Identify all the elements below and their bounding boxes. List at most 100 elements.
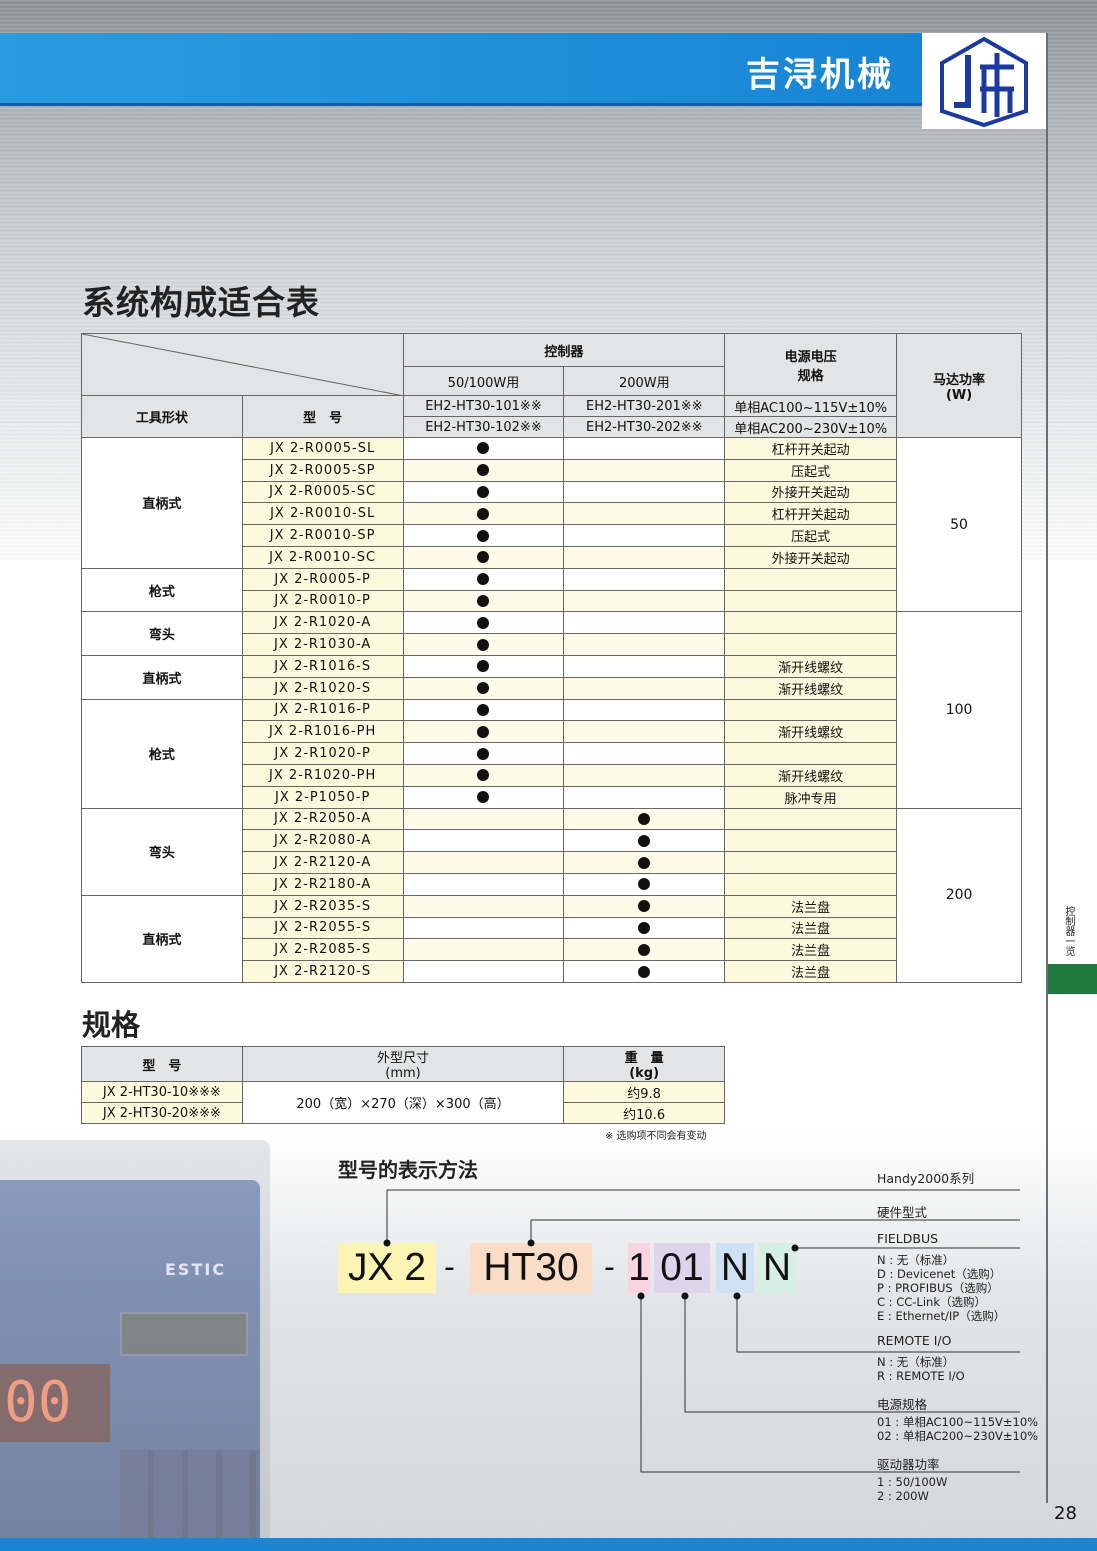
spec-header-model: 型 号 [81, 1046, 243, 1082]
compat-50-100w-cell [402, 938, 565, 962]
fieldbus-option: P : PROFIBUS（选购） [877, 1281, 999, 1295]
header-volt-2: 单相AC200~230V±10% [724, 416, 898, 438]
power-note-cell: 渐开线螺纹 [724, 763, 898, 787]
compat-50-100w-cell [402, 851, 565, 874]
compat-50-100w-cell [402, 894, 565, 918]
compatible-dot-icon [638, 943, 651, 956]
power-note-cell: 脉冲专用 [724, 785, 898, 809]
model-cell: JX 2-R2180-A [241, 872, 404, 896]
power-option: 01 : 单相AC100~115V±10% [877, 1415, 1039, 1429]
header-motor-power: 马达功率 (W) [896, 333, 1022, 438]
model-cell: JX 2-R1020-P [241, 742, 404, 765]
compatible-dot-icon [477, 594, 490, 607]
power-note-cell: 法兰盘 [724, 894, 898, 918]
model-cell: JX 2-R2120-A [241, 851, 404, 874]
power-note-cell [724, 611, 898, 635]
code-hardware: HT30 [470, 1243, 592, 1293]
header-diagonal-cell [81, 333, 404, 396]
compat-200w-cell [563, 829, 726, 853]
compatible-dot-icon [638, 965, 651, 978]
header-bar: 吉浔机械 [0, 33, 922, 106]
driver-option: 2 : 200W [877, 1489, 929, 1503]
header-ctrl-101: EH2-HT30-101※※ [402, 395, 565, 417]
model-cell: JX 2-P1050-P [241, 785, 404, 809]
power-note-cell [724, 567, 898, 591]
compat-50-100w-cell [402, 676, 565, 700]
power-note-cell: 渐开线螺纹 [724, 720, 898, 744]
model-cell: JX 2-R1016-P [241, 698, 404, 722]
compat-50-100w-cell [402, 960, 565, 983]
tool-shape-cell: 直柄式 [81, 654, 243, 700]
compat-200w-cell [563, 611, 726, 635]
spec-header-weight: 重 量 (kg) [563, 1046, 725, 1082]
compat-200w-cell [563, 938, 726, 962]
remote-option: N : 无（标准） [877, 1355, 955, 1369]
table-row: 枪式 JX 2-R1016-P [81, 698, 1022, 809]
model-cell: JX 2-R2120-S [241, 960, 404, 983]
fieldbus-option: C : CC-Link（选购） [877, 1295, 986, 1309]
compatible-dot-icon [477, 485, 490, 498]
power-note-cell: 外接开关起动 [724, 480, 898, 504]
compat-50-100w-cell [402, 698, 565, 722]
spec-note: ※ 选购项不同会有变动 [605, 1131, 707, 1142]
code-driver-power: 1 [628, 1243, 650, 1293]
power-note-cell: 渐开线螺纹 [724, 676, 898, 700]
annot-power-options: 01 : 单相AC100~115V±10% 02 : 单相AC200~230V±… [877, 1415, 1038, 1443]
table-row: 弯头 JX 2-R1020-A 100 [81, 611, 1022, 809]
code-dash-1: - [444, 1250, 455, 1285]
diagonal-line [82, 334, 404, 396]
header-200w: 200W用 [563, 366, 726, 396]
model-cell: JX 2-R2085-S [241, 938, 404, 962]
compat-table-title: 系统构成适合表 [82, 283, 320, 322]
power-note-cell [724, 742, 898, 765]
tool-shape-cell: 直柄式 [81, 437, 243, 569]
controller-front-panel: ESTIC 00 [0, 1180, 260, 1551]
compat-200w-cell [563, 589, 726, 613]
model-code-title: 型号的表示方法 [338, 1158, 478, 1182]
header-volt-1: 单相AC100~115V±10% [724, 395, 898, 417]
compat-200w-cell [563, 437, 726, 460]
power-note-cell [724, 589, 898, 613]
header-model: 型 号 [241, 395, 404, 438]
compat-200w-cell [563, 567, 726, 591]
compat-200w-cell [563, 633, 726, 656]
compatible-dot-icon [477, 747, 490, 760]
tool-shape-cell: 枪式 [81, 567, 243, 613]
annot-hardware: 硬件型式 [877, 1205, 928, 1220]
compatible-dot-icon [477, 442, 490, 455]
compatible-dot-icon [477, 725, 490, 738]
compat-50-100w-cell [402, 633, 565, 656]
compatible-dot-icon [477, 682, 490, 695]
power-note-cell: 杠杆开关起动 [724, 437, 898, 460]
header-50-100w: 50/100W用 [402, 366, 565, 396]
compatible-dot-icon [477, 638, 490, 651]
annot-series: Handy2000系列 [877, 1171, 975, 1186]
compatible-dot-icon [638, 921, 651, 934]
spec-dims-value: 200（宽）×270（深）×300（高） [241, 1081, 565, 1124]
model-cell: JX 2-R0010-SL [241, 502, 404, 526]
compat-200w-cell [563, 480, 726, 504]
model-cell: JX 2-R1020-A [241, 611, 404, 635]
brand-name: 吉浔机械 [746, 55, 894, 95]
compat-200w-cell [563, 916, 726, 940]
model-cell: JX 2-R2050-A [241, 807, 404, 831]
compat-200w-cell [563, 763, 726, 787]
side-tab-marker [1048, 964, 1097, 994]
model-cell: JX 2-R0005-SP [241, 458, 404, 482]
compat-50-100w-cell [402, 545, 565, 569]
compatible-dot-icon [477, 660, 490, 673]
compat-50-100w-cell [402, 872, 565, 896]
header-power-spec: 电源电压 规格 [724, 333, 898, 396]
power-note-cell: 杠杆开关起动 [724, 502, 898, 526]
compatible-dot-icon [477, 507, 490, 520]
power-note-cell: 法兰盘 [724, 916, 898, 940]
compatible-dot-icon [638, 856, 651, 869]
motor-power-cell: 50 [896, 436, 1022, 613]
compat-200w-cell [563, 807, 726, 831]
annot-remote-io: REMOTE I/O [877, 1333, 952, 1348]
compat-table: 控制器 电源电压 规格 马达功率 (W) 50/100W用 200W用 工具形状… [81, 333, 1022, 983]
compat-50-100w-cell [402, 524, 565, 547]
compat-50-100w-cell [402, 502, 565, 526]
remote-option: R : REMOTE I/O [877, 1369, 965, 1383]
spec-weight-2: 约10.6 [563, 1102, 725, 1124]
